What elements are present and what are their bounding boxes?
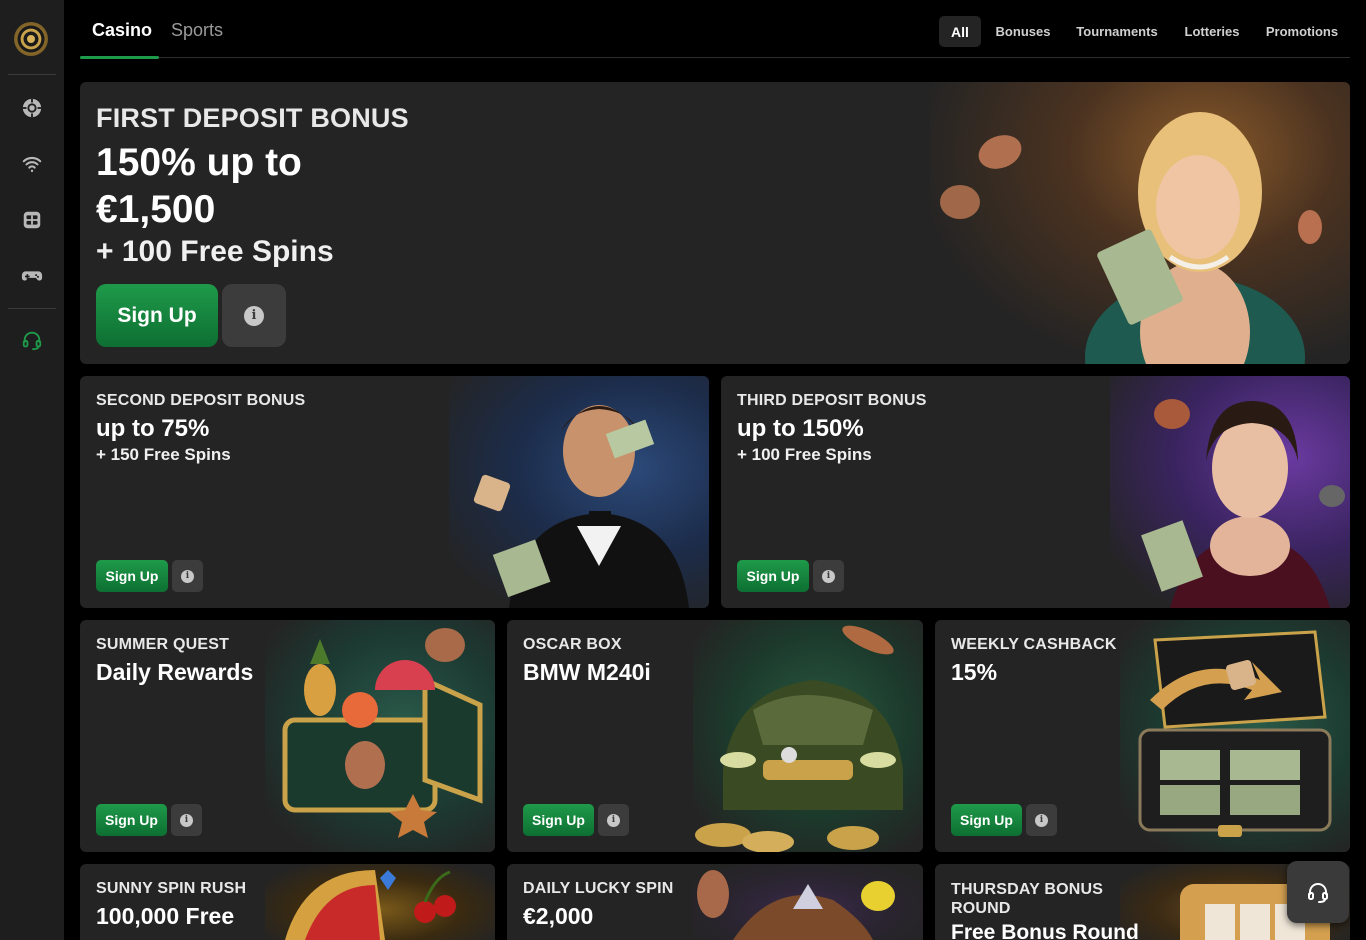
- promo-headline: up to 150%: [737, 415, 864, 442]
- sign-up-button[interactable]: Sign Up: [737, 560, 809, 592]
- promo-headline: 100,000 Free: [96, 903, 235, 929]
- promo-subline: + 100 Free Spins: [96, 235, 334, 268]
- info-icon: i: [244, 305, 264, 326]
- woman-with-chips-image: [1110, 376, 1350, 608]
- filter-bonuses[interactable]: Bonuses: [988, 16, 1058, 47]
- man-in-tuxedo-image: [449, 376, 709, 608]
- live-signal-icon[interactable]: [20, 152, 44, 176]
- casino-chip-icon[interactable]: [20, 96, 44, 120]
- info-button[interactable]: i: [1026, 804, 1057, 836]
- sign-up-button[interactable]: Sign Up: [523, 804, 594, 836]
- sign-up-button[interactable]: Sign Up: [96, 284, 218, 347]
- info-icon: i: [181, 569, 194, 583]
- sign-up-button[interactable]: Sign Up: [96, 804, 167, 836]
- support-headset-icon[interactable]: [20, 328, 44, 352]
- top-navigation: Casino Sports All Bonuses Tournaments Lo…: [80, 0, 1350, 59]
- gamepad-icon[interactable]: [20, 264, 44, 288]
- sidebar-divider: [8, 308, 56, 309]
- promo-eyebrow: THURSDAY BONUS ROUND: [951, 881, 1104, 917]
- promo-eyebrow: SECOND DEPOSIT BONUS: [96, 392, 306, 409]
- promo-eyebrow: SUNNY SPIN RUSH: [96, 880, 247, 897]
- info-icon: i: [822, 569, 835, 583]
- promo-eyebrow: THIRD DEPOSIT BONUS: [737, 392, 927, 409]
- info-button[interactable]: i: [813, 560, 844, 592]
- info-button[interactable]: i: [598, 804, 629, 836]
- info-icon: i: [1035, 813, 1048, 827]
- active-tab-indicator: [80, 56, 159, 59]
- promo-headline: €2,000: [523, 903, 594, 929]
- promo-headline: BMW M240i: [523, 659, 651, 685]
- promo-headline: Daily Rewards: [96, 659, 254, 685]
- filter-tournaments[interactable]: Tournaments: [1070, 16, 1164, 47]
- info-button[interactable]: i: [171, 804, 202, 836]
- promo-eyebrow: DAILY LUCKY SPIN: [523, 880, 674, 897]
- promo-card-oscar-box: OSCAR BOX BMW M240i Sign Up i: [507, 620, 923, 852]
- promo-card-first-deposit: FIRST DEPOSIT BONUS 150% up to €1,500 + …: [80, 82, 1350, 364]
- promo-card-third-deposit: THIRD DEPOSIT BONUS up to 150% + 100 Fre…: [721, 376, 1350, 608]
- info-button[interactable]: i: [172, 560, 203, 592]
- sidebar-divider: [8, 74, 56, 75]
- promo-card-sunny-spin-rush: SUNNY SPIN RUSH 100,000 Free: [80, 864, 495, 940]
- car-with-coins-image: [693, 620, 923, 852]
- slot-machine-fruit-image: [265, 864, 495, 940]
- filter-lotteries[interactable]: Lotteries: [1178, 16, 1246, 47]
- sidebar: [0, 0, 64, 940]
- logo-icon[interactable]: [14, 22, 48, 56]
- filter-promotions[interactable]: Promotions: [1260, 16, 1344, 47]
- support-chat-button[interactable]: [1287, 861, 1349, 923]
- promo-card-summer-quest: SUMMER QUEST Daily Rewards Sign Up i: [80, 620, 495, 852]
- promo-card-second-deposit: SECOND DEPOSIT BONUS up to 75% + 150 Fre…: [80, 376, 709, 608]
- info-icon: i: [180, 813, 193, 827]
- promo-eyebrow: FIRST DEPOSIT BONUS: [96, 103, 409, 133]
- tab-casino[interactable]: Casino: [92, 20, 152, 41]
- briefcase-of-cash-image: [1120, 620, 1350, 852]
- treasure-chest-fruit-image: [265, 620, 495, 852]
- slots-icon[interactable]: [20, 208, 44, 232]
- promo-eyebrow: WEEKLY CASHBACK: [951, 636, 1117, 653]
- jewelry-and-lemon-image: [693, 864, 923, 940]
- promo-headline: 15%: [951, 659, 998, 685]
- sign-up-button[interactable]: Sign Up: [96, 560, 168, 592]
- promo-card-daily-lucky-spin: DAILY LUCKY SPIN €2,000: [507, 864, 923, 940]
- promo-subline: + 100 Free Spins: [737, 445, 872, 464]
- promo-eyebrow: OSCAR BOX: [523, 636, 622, 653]
- promo-eyebrow: SUMMER QUEST: [96, 636, 230, 653]
- tab-sports[interactable]: Sports: [171, 20, 223, 41]
- promo-headline: up to 75%: [96, 415, 210, 442]
- sign-up-button[interactable]: Sign Up: [951, 804, 1022, 836]
- promo-headline: 150% up to €1,500: [96, 141, 302, 231]
- filter-all[interactable]: All: [939, 16, 981, 47]
- info-button[interactable]: i: [222, 284, 286, 347]
- promo-headline: Free Bonus Round: [951, 921, 1139, 940]
- promo-card-weekly-cashback: WEEKLY CASHBACK 15% Sign Up i: [935, 620, 1350, 852]
- headset-icon: [1308, 883, 1328, 903]
- info-icon: i: [607, 813, 620, 827]
- woman-with-cash-image: [930, 82, 1350, 364]
- promo-subline: + 150 Free Spins: [96, 445, 231, 464]
